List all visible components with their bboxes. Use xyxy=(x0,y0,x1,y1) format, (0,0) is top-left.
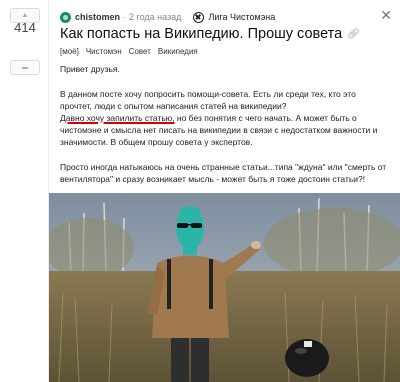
rating-score: 414 xyxy=(14,20,36,35)
author-avatar[interactable] xyxy=(60,11,71,23)
arrow-up-icon: ▲ xyxy=(21,12,29,19)
post-content: Привет друзья. В данном посте хочу попро… xyxy=(60,63,390,198)
statement-paragraph: Давно хочу запилить статью, но без понят… xyxy=(60,112,390,148)
tag-item[interactable]: Чистомэн xyxy=(86,47,122,56)
post-title-text: Как попасть на Википедию. Прошу совета xyxy=(60,26,343,42)
vote-down-button[interactable]: ▬ xyxy=(10,60,40,75)
post-photo[interactable] xyxy=(49,193,400,382)
author-name[interactable]: chistomen xyxy=(75,12,120,22)
post-title[interactable]: Как попасть на Википедию. Прошу совета 🔗… xyxy=(60,26,360,42)
wonder-paragraph: Просто иногда натыкаюсь на очень странны… xyxy=(60,162,387,184)
greeting-paragraph: Привет друзья. xyxy=(60,64,120,74)
separator-dot: · xyxy=(123,12,127,22)
tag-item[interactable]: Википедия xyxy=(158,47,198,56)
minus-icon: ▬ xyxy=(22,64,28,71)
post-tags: [моё] Чистомэн Совет Википедия xyxy=(60,47,205,56)
tag-item[interactable]: [моё] xyxy=(60,47,79,56)
underlined-phrase: Давно хочу запилить статью, xyxy=(60,113,175,123)
close-icon[interactable]: ✕ xyxy=(380,8,392,22)
link-icon[interactable]: 🔗︎ xyxy=(347,29,360,40)
rating-column: ▲ 414 ▬ xyxy=(0,0,48,382)
post-time: 2 года назад xyxy=(129,12,182,22)
request-paragraph: В данном посте хочу попросить помощи-сов… xyxy=(60,89,356,111)
league-icon xyxy=(193,11,205,23)
tag-item[interactable]: Совет xyxy=(129,47,151,56)
post-header: chistomen · 2 года назад Лига Чистомэна xyxy=(60,9,392,25)
league-link[interactable]: Лига Чистомэна xyxy=(208,12,275,22)
